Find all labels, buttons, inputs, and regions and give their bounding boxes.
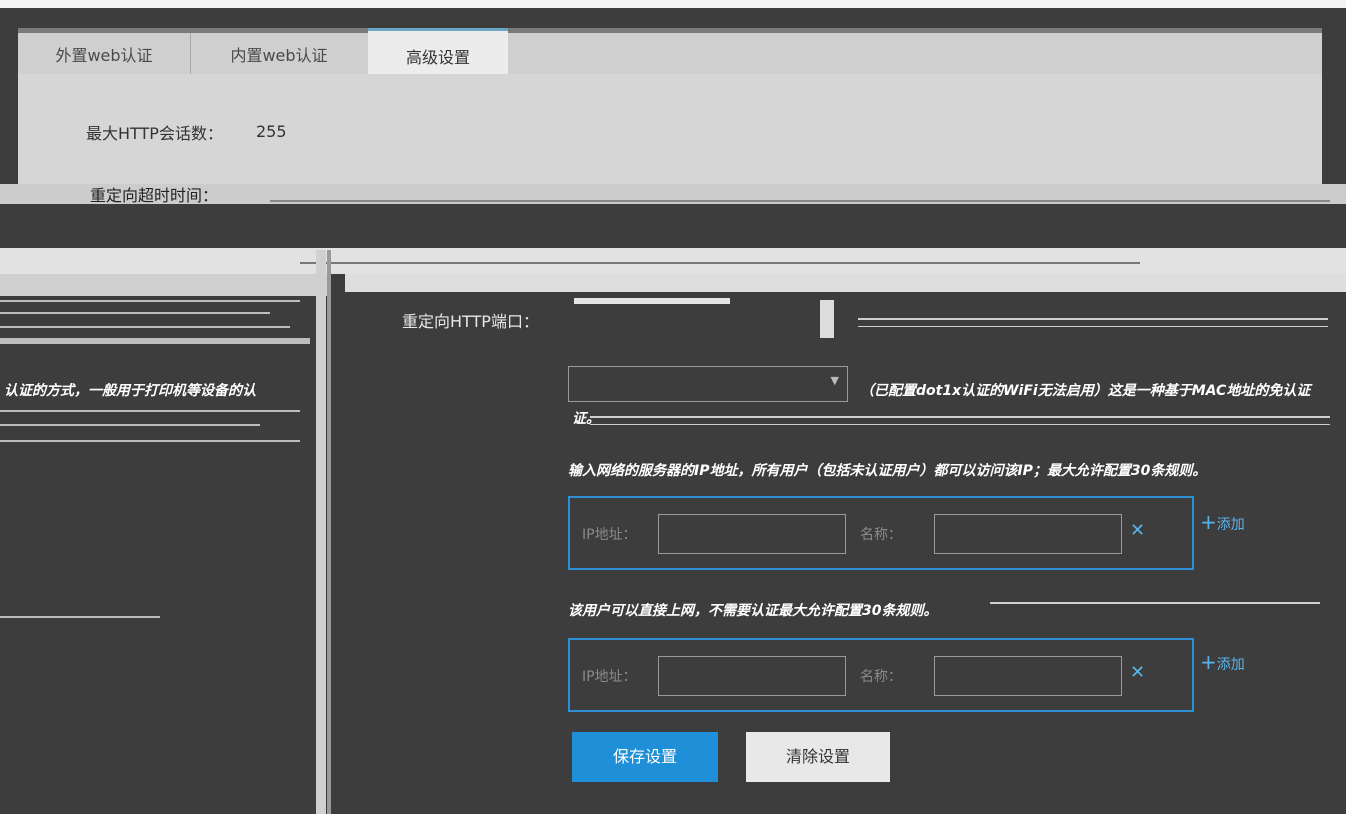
max-sessions-value: 255 [256, 122, 287, 141]
plus-icon: + [1200, 510, 1217, 534]
ip-label: IP地址： [582, 669, 637, 685]
delete-icon[interactable]: ✕ [1130, 662, 1145, 683]
user-ip-input[interactable] [658, 656, 846, 696]
glitch-band [0, 274, 330, 296]
server-name-input[interactable] [934, 514, 1122, 554]
mac-bypass-description-cont: 证。 [572, 411, 600, 427]
divider-line [858, 318, 1328, 320]
tab-external-web-auth[interactable]: 外置web认证 [18, 33, 190, 79]
plus-icon: + [1200, 650, 1217, 674]
divider-line [590, 416, 1330, 418]
divider-line [0, 424, 260, 426]
tab-bar: 外置web认证 内置web认证 高级设置 [18, 28, 1322, 85]
chevron-down-icon: ▼ [830, 374, 839, 387]
server-ip-input[interactable] [658, 514, 846, 554]
tab-internal-web-auth[interactable]: 内置web认证 [191, 33, 367, 79]
name-label: 名称： [860, 669, 902, 685]
glitch-band [574, 298, 730, 304]
vertical-divider [327, 250, 331, 814]
user-name-input[interactable] [934, 656, 1122, 696]
divider-line [590, 424, 1330, 425]
glitch-band [345, 274, 1346, 292]
redirect-interval-label: 重定向超时时间： [90, 186, 219, 205]
divider-line [0, 440, 300, 442]
settings-panel-top: 最大HTTP会话数： 255 [18, 74, 1322, 184]
divider-line [858, 326, 1328, 327]
vertical-divider [316, 250, 326, 814]
divider-line [300, 262, 1140, 264]
glitch-band [0, 248, 1346, 274]
ip-label: IP地址： [582, 527, 637, 543]
add-server-rule-link[interactable]: +添加 [1200, 510, 1245, 534]
delete-icon[interactable]: ✕ [1130, 520, 1145, 541]
free-server-rule-row: IP地址： 名称： ✕ [568, 496, 1194, 570]
glitch-band [820, 300, 834, 338]
clear-button[interactable]: 清除设置 [746, 732, 890, 782]
left-description-fragment: 认证的方式，一般用于打印机等设备的认 [4, 383, 256, 399]
max-sessions-description [368, 122, 1188, 140]
save-button[interactable]: 保存设置 [572, 732, 718, 782]
free-user-rule-row: IP地址： 名称： ✕ [568, 638, 1194, 712]
redirect-port-label: 重定向HTTP端口： [402, 312, 539, 331]
glitch-band [0, 338, 310, 344]
name-label: 名称： [860, 527, 902, 543]
divider-line [270, 200, 1330, 202]
top-strip [0, 0, 1346, 8]
mac-bypass-select[interactable]: ▼ [568, 366, 848, 402]
free-users-description: 该用户可以直接上网，不需要认证最大允许配置30条规则。 [568, 603, 938, 619]
divider-line [0, 410, 300, 412]
max-sessions-label: 最大HTTP会话数： [86, 124, 223, 143]
add-user-rule-link[interactable]: +添加 [1200, 650, 1245, 674]
divider-line [0, 326, 290, 328]
divider-line [0, 312, 270, 314]
divider-line [990, 602, 1320, 604]
divider-line [0, 616, 160, 618]
divider-line [0, 300, 300, 302]
free-servers-description: 输入网络的服务器的IP地址，所有用户（包括未认证用户）都可以访问该IP；最大允许… [568, 463, 1207, 479]
mac-bypass-description: （已配置dot1x认证的WiFi无法启用）这是一种基于MAC地址的免认证 [860, 383, 1311, 399]
